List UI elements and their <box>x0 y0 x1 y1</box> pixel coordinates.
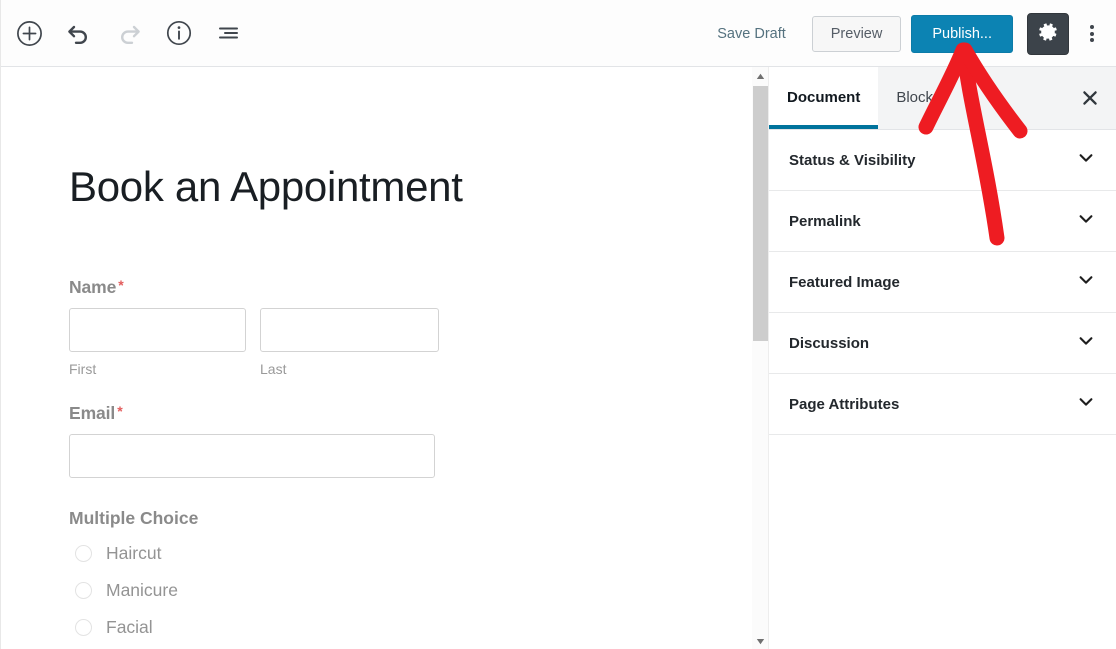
name-field-group: Name * First Last <box>69 277 669 377</box>
panel-label: Discussion <box>789 334 870 352</box>
panel-discussion[interactable]: Discussion <box>769 313 1116 374</box>
undo-button[interactable] <box>61 15 97 51</box>
panel-featured-image[interactable]: Featured Image <box>769 252 1116 313</box>
last-name-column: Last <box>260 308 439 377</box>
tab-document[interactable]: Document <box>769 67 879 129</box>
info-icon <box>166 20 192 46</box>
radio-option-label: Haircut <box>106 543 162 563</box>
chevron-down-icon[interactable] <box>1076 148 1096 173</box>
gear-icon <box>1037 21 1059 46</box>
panel-page-attributes[interactable]: Page Attributes <box>769 374 1116 435</box>
radio-icon[interactable] <box>75 582 92 599</box>
close-icon <box>1082 90 1098 109</box>
editor-toolbar: Save Draft Preview Publish... <box>1 0 1116 67</box>
panel-label: Permalink <box>789 212 861 230</box>
radio-option-facial[interactable]: Facial <box>69 609 669 646</box>
tab-block[interactable]: Block <box>878 67 951 129</box>
save-draft-button[interactable]: Save Draft <box>707 20 796 48</box>
panel-permalink[interactable]: Permalink <box>769 191 1116 252</box>
multiple-choice-label: Multiple Choice <box>69 508 199 528</box>
undo-icon <box>66 20 92 46</box>
scroll-down-button[interactable] <box>752 632 769 649</box>
email-label: Email * <box>69 403 123 423</box>
radio-icon[interactable] <box>75 619 92 636</box>
sidebar-tab-bar: Document Block <box>769 67 1116 130</box>
first-name-sublabel: First <box>69 361 97 377</box>
toolbar-right-group: Save Draft Preview Publish... <box>707 0 1109 67</box>
redo-icon <box>116 20 142 46</box>
radio-option-manicure[interactable]: Manicure <box>69 572 669 609</box>
last-name-input[interactable] <box>260 308 439 352</box>
chevron-down-icon[interactable] <box>1076 209 1096 234</box>
chevron-down-icon[interactable] <box>1076 270 1096 295</box>
wordpress-block-editor: Save Draft Preview Publish... Book an Ap… <box>0 0 1116 649</box>
scrollbar-thumb[interactable] <box>753 86 768 341</box>
first-name-input[interactable] <box>69 308 246 352</box>
panel-label: Featured Image <box>789 273 900 291</box>
editor-canvas[interactable]: Book an Appointment Name * First Last Em… <box>1 67 753 649</box>
radio-option-label: Manicure <box>106 580 178 600</box>
email-field-group: Email * <box>69 403 669 478</box>
scroll-down-arrow-icon <box>756 632 765 649</box>
kebab-menu-icon <box>1090 23 1094 45</box>
panel-label: Page Attributes <box>789 395 900 413</box>
required-asterisk: * <box>117 403 123 419</box>
preview-button[interactable]: Preview <box>811 15 902 52</box>
close-sidebar-button[interactable] <box>1072 81 1108 117</box>
redo-button[interactable] <box>111 15 147 51</box>
panel-status-and-visibility[interactable]: Status & Visibility <box>769 130 1116 191</box>
name-label: Name * <box>69 277 124 297</box>
chevron-down-icon[interactable] <box>1076 392 1096 417</box>
page-title[interactable]: Book an Appointment <box>69 163 463 210</box>
publish-button[interactable]: Publish... <box>911 14 1013 53</box>
radio-icon[interactable] <box>75 545 92 562</box>
chevron-down-icon[interactable] <box>1076 331 1096 356</box>
first-name-column: First <box>69 308 246 377</box>
toolbar-left-group <box>1 15 247 51</box>
scroll-up-button[interactable] <box>752 67 769 84</box>
settings-button[interactable] <box>1027 12 1069 55</box>
scroll-up-arrow-icon <box>756 67 765 85</box>
appointment-form-block[interactable]: Name * First Last Email * Multiple Choic… <box>69 277 669 646</box>
document-settings-sidebar: Document Block Status & Visibility Perma… <box>752 67 1116 649</box>
sidebar-panel-list: Status & Visibility Permalink Featured I… <box>769 130 1116 435</box>
panel-label: Status & Visibility <box>789 151 916 169</box>
required-asterisk: * <box>118 277 124 293</box>
add-block-icon <box>16 20 43 47</box>
content-structure-button[interactable] <box>161 15 197 51</box>
sidebar-scrollbar[interactable] <box>752 67 769 649</box>
last-name-sublabel: Last <box>260 361 287 377</box>
name-inputs-row: First Last <box>69 308 669 377</box>
multiple-choice-group: Multiple Choice Haircut Manicure Facial <box>69 508 669 646</box>
block-navigation-button[interactable] <box>211 15 247 51</box>
more-options-button[interactable] <box>1075 14 1109 54</box>
email-input[interactable] <box>69 434 435 478</box>
list-view-icon <box>216 20 242 46</box>
add-block-button[interactable] <box>11 15 47 51</box>
radio-option-label: Facial <box>106 617 153 637</box>
radio-option-haircut[interactable]: Haircut <box>69 535 669 572</box>
